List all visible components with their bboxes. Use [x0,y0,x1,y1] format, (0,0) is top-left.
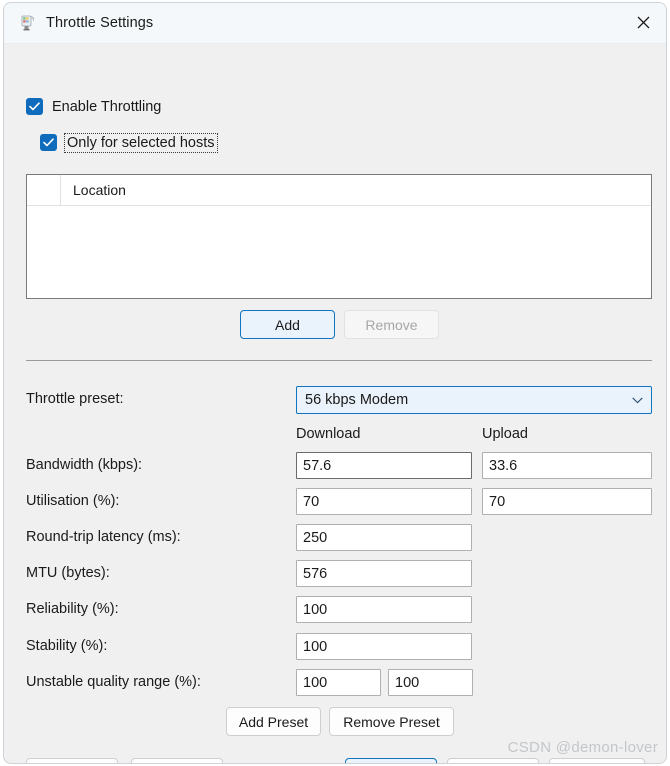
hosts-table-body[interactable] [27,206,651,298]
utilisation-download-input[interactable] [296,488,472,515]
only-selected-hosts-row[interactable]: Only for selected hosts [40,132,218,153]
ok-button[interactable]: OK [345,758,437,763]
throttle-preset-label: Throttle preset: [26,391,124,407]
upload-column-header: Upload [482,426,528,442]
reliability-label: Reliability (%): [26,601,119,617]
only-selected-hosts-checkbox[interactable] [40,134,57,151]
watermark: CSDN @demon-lover [507,739,658,756]
enable-throttling-label: Enable Throttling [52,98,162,115]
hosts-table-header: Location [27,175,651,206]
hosts-table-header-location[interactable]: Location [61,175,651,205]
hosts-table[interactable]: Location [26,174,652,299]
mtu-input[interactable] [296,560,472,587]
title-bar: Throttle Settings [4,3,666,44]
download-column-header: Download [296,426,361,442]
help-button[interactable]: Help [549,758,645,763]
throttle-settings-dialog: Throttle Settings Enable Throttling Only… [3,2,667,764]
bandwidth-download-input[interactable] [296,452,472,479]
utilisation-upload-input[interactable] [482,488,652,515]
dialog-body: Enable Throttling Only for selected host… [4,44,666,763]
section-divider [26,360,652,361]
unstable-quality-range-label: Unstable quality range (%): [26,674,201,690]
only-selected-hosts-label: Only for selected hosts [64,132,218,153]
export-button[interactable]: Export [131,758,223,763]
window-title: Throttle Settings [46,15,154,31]
round-trip-latency-label: Round-trip latency (ms): [26,529,181,545]
utilisation-label: Utilisation (%): [26,493,120,509]
throttle-preset-value: 56 kbps Modem [305,392,409,408]
chevron-down-icon [623,397,651,404]
remove-host-button: Remove [344,310,439,339]
bandwidth-upload-input[interactable] [482,452,652,479]
stability-label: Stability (%): [26,638,108,654]
cancel-button[interactable]: Cancel [447,758,539,763]
unstable-quality-max-input[interactable] [388,669,473,696]
reliability-input[interactable] [296,596,472,623]
throttle-icon [18,14,36,32]
enable-throttling-row[interactable]: Enable Throttling [26,98,161,115]
hosts-table-header-check[interactable] [27,175,61,205]
enable-throttling-checkbox[interactable] [26,98,43,115]
stability-input[interactable] [296,633,472,660]
round-trip-latency-input[interactable] [296,524,472,551]
remove-preset-button[interactable]: Remove Preset [329,707,454,736]
mtu-label: MTU (bytes): [26,565,110,581]
import-button[interactable]: Import [26,758,118,763]
throttle-preset-select[interactable]: 56 kbps Modem [296,386,652,414]
close-icon[interactable] [620,3,666,42]
add-host-button[interactable]: Add [240,310,335,339]
bandwidth-label: Bandwidth (kbps): [26,457,143,473]
unstable-quality-min-input[interactable] [296,669,381,696]
add-preset-button[interactable]: Add Preset [226,707,321,736]
